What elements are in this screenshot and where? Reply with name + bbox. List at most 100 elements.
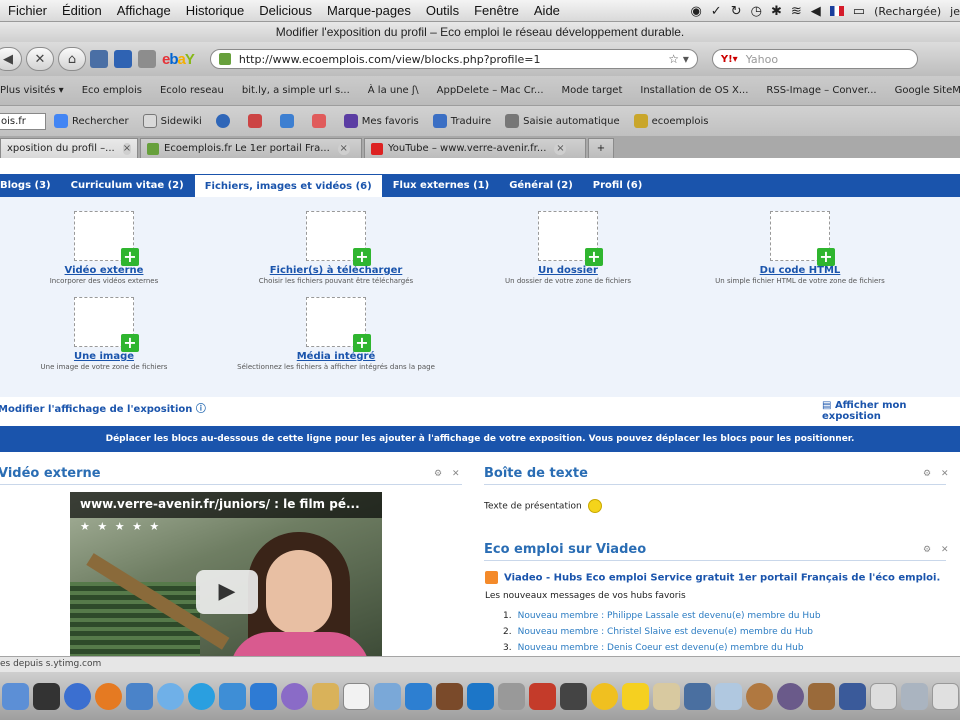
menu-marque-pages[interactable]: Marque-pages xyxy=(327,3,411,18)
preview-icon[interactable] xyxy=(312,682,339,710)
video-app-icon[interactable] xyxy=(839,682,866,710)
battery-icon[interactable]: ▭ xyxy=(853,4,865,19)
close-icon[interactable]: ✕ xyxy=(452,469,460,479)
menu-outils[interactable]: Outils xyxy=(426,3,459,18)
toolbar-bookmarks[interactable]: Mes favoris xyxy=(343,114,419,128)
people-icon[interactable] xyxy=(250,682,277,710)
item-link[interactable]: Nouveau membre : Christel Slaive est dev… xyxy=(518,627,813,637)
bookmark-item[interactable]: Google SiteMap xyxy=(895,85,960,96)
menu-fenetre[interactable]: Fenêtre xyxy=(474,3,519,18)
block-image[interactable]: + Une image Une image de votre zone de f… xyxy=(0,297,224,372)
close-icon[interactable]: ✕ xyxy=(941,545,949,555)
tab-blogs[interactable]: Blogs (3) xyxy=(0,174,61,197)
new-tab-button[interactable]: + xyxy=(588,138,614,158)
toolbar-gmail[interactable] xyxy=(311,114,330,128)
keychain-icon[interactable] xyxy=(808,682,835,710)
bluetooth-icon[interactable]: ✱ xyxy=(771,4,782,19)
toolbar-translate[interactable]: Traduire xyxy=(432,114,491,128)
documents-icon[interactable] xyxy=(870,682,897,710)
block-embedded-media[interactable]: + Média intégré Sélectionnez les fichier… xyxy=(216,297,456,372)
close-tab-icon[interactable]: × xyxy=(122,142,132,155)
play-icon[interactable]: ▶ xyxy=(196,570,258,614)
dictionary-icon[interactable] xyxy=(436,682,463,710)
block-folder[interactable]: + Un dossier Un dossier de votre zone de… xyxy=(448,211,688,286)
menu-aide[interactable]: Aide xyxy=(534,3,560,18)
tab-cv[interactable]: Curriculum vitae (2) xyxy=(61,174,194,197)
downloads-icon[interactable] xyxy=(901,682,928,710)
safari-icon[interactable] xyxy=(64,682,91,710)
flag-icon[interactable] xyxy=(829,6,844,16)
menu-edition[interactable]: Édition xyxy=(62,3,102,18)
tab-feeds[interactable]: Flux externes (1) xyxy=(383,174,499,197)
video-player[interactable]: www.verre-avenir.fr/juniors/ : le film p… xyxy=(70,492,382,663)
bookmark-item[interactable]: RSS-Image – Conver... xyxy=(766,85,876,96)
item-link[interactable]: Nouveau membre : Denis Coeur est devenu(… xyxy=(518,643,804,653)
ical-icon[interactable] xyxy=(343,682,370,710)
iphoto-icon[interactable] xyxy=(374,682,401,710)
home-button[interactable]: ⌂ xyxy=(58,47,86,71)
tab-files[interactable]: Fichiers, images et vidéos (6) xyxy=(193,174,383,197)
tools-icon[interactable] xyxy=(498,682,525,710)
tab-general[interactable]: Général (2) xyxy=(499,174,583,197)
block-external-video[interactable]: + Vidéo externe Incorporer des vidéos ex… xyxy=(0,211,224,286)
search-bar[interactable]: Y!▾ Yahoo xyxy=(711,49,918,69)
bookmark-item[interactable]: Plus visités ▾ xyxy=(0,85,64,96)
toolbar-puzzle[interactable] xyxy=(279,114,298,128)
stop-button[interactable]: ✕ xyxy=(26,47,54,71)
bookmark-star-icon[interactable]: ☆ ▾ xyxy=(668,52,689,66)
settings-icon[interactable]: ⚙ xyxy=(923,545,931,555)
save-icon[interactable] xyxy=(114,50,132,68)
notes-icon[interactable] xyxy=(653,682,680,710)
finder-icon[interactable] xyxy=(2,682,29,710)
toolbar-globe[interactable] xyxy=(215,114,234,128)
time-machine-icon[interactable]: ◷ xyxy=(751,4,762,19)
toolbar-search-button[interactable]: Rechercher xyxy=(54,114,129,128)
toolbar-sidewiki[interactable]: Sidewiki xyxy=(142,114,202,128)
sync-icon[interactable]: ↻ xyxy=(731,4,742,19)
bookmark-item[interactable]: AppDelete – Mac Cr... xyxy=(437,85,544,96)
target-icon[interactable]: ◉ xyxy=(690,4,701,19)
bookmark-item[interactable]: À la une ʃ\ xyxy=(368,85,419,96)
firefox-icon[interactable] xyxy=(95,682,122,710)
skype-icon[interactable] xyxy=(188,682,215,710)
status-user[interactable]: je xyxy=(950,5,960,18)
block-title[interactable]: Média intégré xyxy=(216,351,456,362)
volume-icon[interactable]: ◀ xyxy=(811,4,821,19)
yahoo-icon[interactable]: Y!▾ xyxy=(721,54,738,65)
print-icon[interactable] xyxy=(138,50,156,68)
bookmark-item[interactable]: Ecolo reseau xyxy=(160,85,224,96)
spaces-icon[interactable] xyxy=(684,682,711,710)
block-download-files[interactable]: + Fichier(s) à télécharger Choisir les f… xyxy=(216,211,456,286)
help-icon[interactable]: ⓘ xyxy=(196,404,206,415)
search-placeholder[interactable]: Yahoo xyxy=(746,53,778,66)
itunes-note-icon[interactable] xyxy=(405,682,432,710)
menu-delicious[interactable]: Delicious xyxy=(259,3,312,18)
tab-ecoemplois[interactable]: Ecoemplois.fr Le 1er portail Fra... × xyxy=(140,138,362,158)
adium-icon[interactable] xyxy=(591,682,618,710)
bookmark-item[interactable]: Eco emplois xyxy=(82,85,142,96)
dashboard-icon[interactable] xyxy=(33,682,60,710)
network-icon[interactable] xyxy=(467,682,494,710)
item-link[interactable]: Nouveau membre : Philippe Lassale est de… xyxy=(518,611,821,621)
check-icon[interactable]: ✓ xyxy=(711,4,722,19)
duck-icon[interactable] xyxy=(622,682,649,710)
tab-profile[interactable]: Profil (6) xyxy=(583,174,653,197)
url-bar[interactable]: http://www.ecoemplois.com/view/blocks.ph… xyxy=(209,49,698,69)
tweetdeck-icon[interactable] xyxy=(219,682,246,710)
settings-icon[interactable]: ⚙ xyxy=(923,469,931,479)
ichat-icon[interactable] xyxy=(157,682,184,710)
menu-historique[interactable]: Historique xyxy=(186,3,245,18)
show-exposition-link[interactable]: ▤ Afficher mon exposition xyxy=(822,400,960,422)
block-title[interactable]: Une image xyxy=(0,351,224,362)
video-title[interactable]: www.verre-avenir.fr/juniors/ : le film p… xyxy=(70,492,382,518)
menu-fichier[interactable]: Fichier xyxy=(8,3,47,18)
block-title[interactable]: Fichier(s) à télécharger xyxy=(216,265,456,276)
calculator-icon[interactable] xyxy=(715,682,742,710)
ebay-icon[interactable]: ebaY xyxy=(162,51,195,68)
bookmark-item[interactable]: bit.ly, a simple url s... xyxy=(242,85,350,96)
toolbar-autofill[interactable]: Saisie automatique xyxy=(505,114,620,128)
viadeo-feed-link[interactable]: Viadeo - Hubs Eco emploi Service gratuit… xyxy=(485,571,940,584)
trash-icon[interactable] xyxy=(932,682,959,710)
tab-exposition[interactable]: xposition du profil –... × xyxy=(0,138,138,158)
bookmark-item[interactable]: Installation de OS X... xyxy=(640,85,748,96)
